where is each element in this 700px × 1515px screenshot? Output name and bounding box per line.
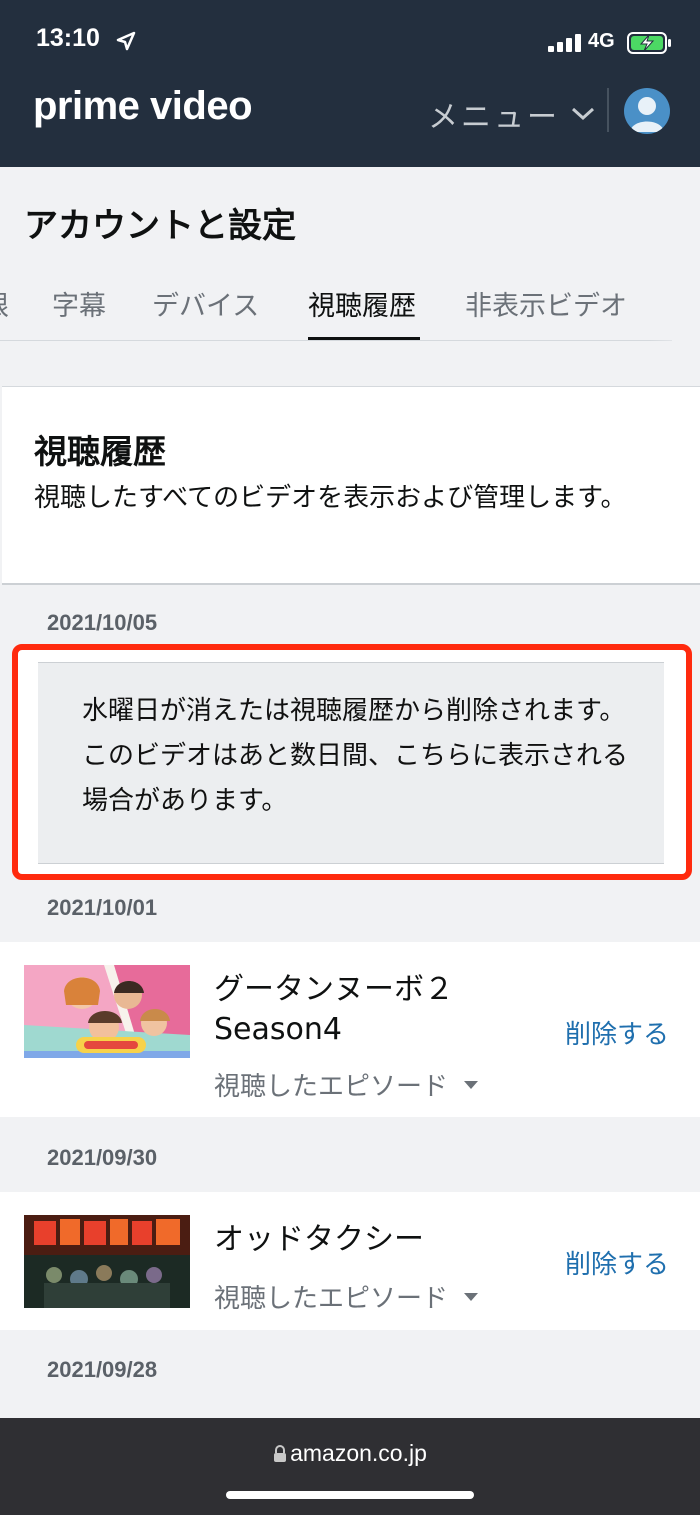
active-tab-indicator (308, 337, 420, 340)
prime-video-logo[interactable]: prime video (33, 84, 253, 129)
removal-notice-text: 水曜日が消えたは視聴履歴から削除されます。このビデオはあと数日間、こちらに表示さ… (82, 696, 629, 816)
caret-down-icon (464, 1292, 479, 1301)
account-settings-title: アカウントと設定 (24, 206, 296, 246)
tabs-scroll-fade (650, 270, 700, 342)
history-date: 2021/09/28 (47, 1357, 158, 1382)
tabs-divider (0, 340, 672, 341)
tab-watch-history[interactable]: 視聴履歴 (308, 284, 416, 323)
tab-devices[interactable]: デバイス (152, 284, 259, 323)
profile-avatar[interactable] (624, 88, 670, 134)
tab-subtitles[interactable]: 字幕 (52, 284, 106, 323)
watched-episodes-toggle[interactable]: 視聴したエピソード (214, 1278, 479, 1315)
tab-hidden-videos[interactable]: 非表示ビデオ (465, 284, 627, 323)
watched-episodes-toggle[interactable]: 視聴したエピソード (214, 1066, 479, 1103)
url-bar[interactable]: amazon.co.jp (0, 1440, 700, 1467)
home-indicator (226, 1491, 474, 1499)
history-item: グータンヌーボ２ Season4 視聴したエピソード 削除する (0, 942, 700, 1117)
location-arrow-icon (116, 31, 136, 51)
watched-episodes-label: 視聴したエピソード (214, 1284, 449, 1314)
menu-dropdown-button[interactable]: メニュー (428, 92, 596, 136)
thumbnail-image (24, 965, 190, 1058)
network-type: 4G (588, 30, 615, 52)
history-date: 2021/10/01 (47, 895, 158, 920)
section-title: 視聴履歴 (34, 432, 166, 471)
delete-button[interactable]: 削除する (565, 1014, 669, 1051)
video-thumbnail[interactable] (24, 965, 190, 1058)
header-divider (607, 88, 609, 132)
removal-notice: 水曜日が消えたは視聴履歴から削除されます。このビデオはあと数日間、こちらに表示さ… (38, 662, 664, 864)
video-title[interactable]: オッドタクシー (214, 1220, 424, 1260)
history-item: オッドタクシー 視聴したエピソード 削除する (0, 1192, 700, 1330)
history-date: 2021/10/05 (47, 610, 158, 635)
tab-partial[interactable]: 限 (0, 284, 9, 323)
watched-episodes-label: 視聴したエピソード (214, 1072, 449, 1102)
section-description: 視聴したすべてのビデオを表示および管理します。 (34, 483, 627, 513)
video-title-line2: Season4 (214, 1012, 342, 1047)
battery-charging-icon (627, 32, 671, 54)
video-thumbnail[interactable] (24, 1215, 190, 1308)
settings-tabs: 限 字幕 デバイス 視聴履歴 非表示ビデオ (0, 270, 700, 342)
browser-bottom-bar: amazon.co.jp (0, 1418, 700, 1515)
video-title-line1: オッドタクシー (214, 1222, 424, 1257)
user-icon (630, 97, 664, 132)
video-title[interactable]: グータンヌーボ２ Season4 (214, 970, 454, 1050)
highlight-frame: 水曜日が消えたは視聴履歴から削除されます。このビデオはあと数日間、こちらに表示さ… (12, 644, 692, 880)
cellular-signal-icon (548, 34, 581, 52)
chevron-down-icon (571, 107, 595, 121)
menu-label: メニュー (428, 100, 560, 135)
lock-icon (274, 1445, 287, 1462)
thumbnail-image (24, 1215, 190, 1308)
history-date: 2021/09/30 (47, 1145, 158, 1170)
delete-button[interactable]: 削除する (565, 1244, 669, 1281)
status-time: 13:10 (36, 24, 100, 52)
caret-down-icon (464, 1080, 479, 1089)
url-text: amazon.co.jp (290, 1440, 427, 1466)
video-title-line1: グータンヌーボ２ (214, 972, 454, 1007)
watch-history-intro: 視聴履歴 視聴したすべてのビデオを表示および管理します。 (2, 386, 700, 585)
